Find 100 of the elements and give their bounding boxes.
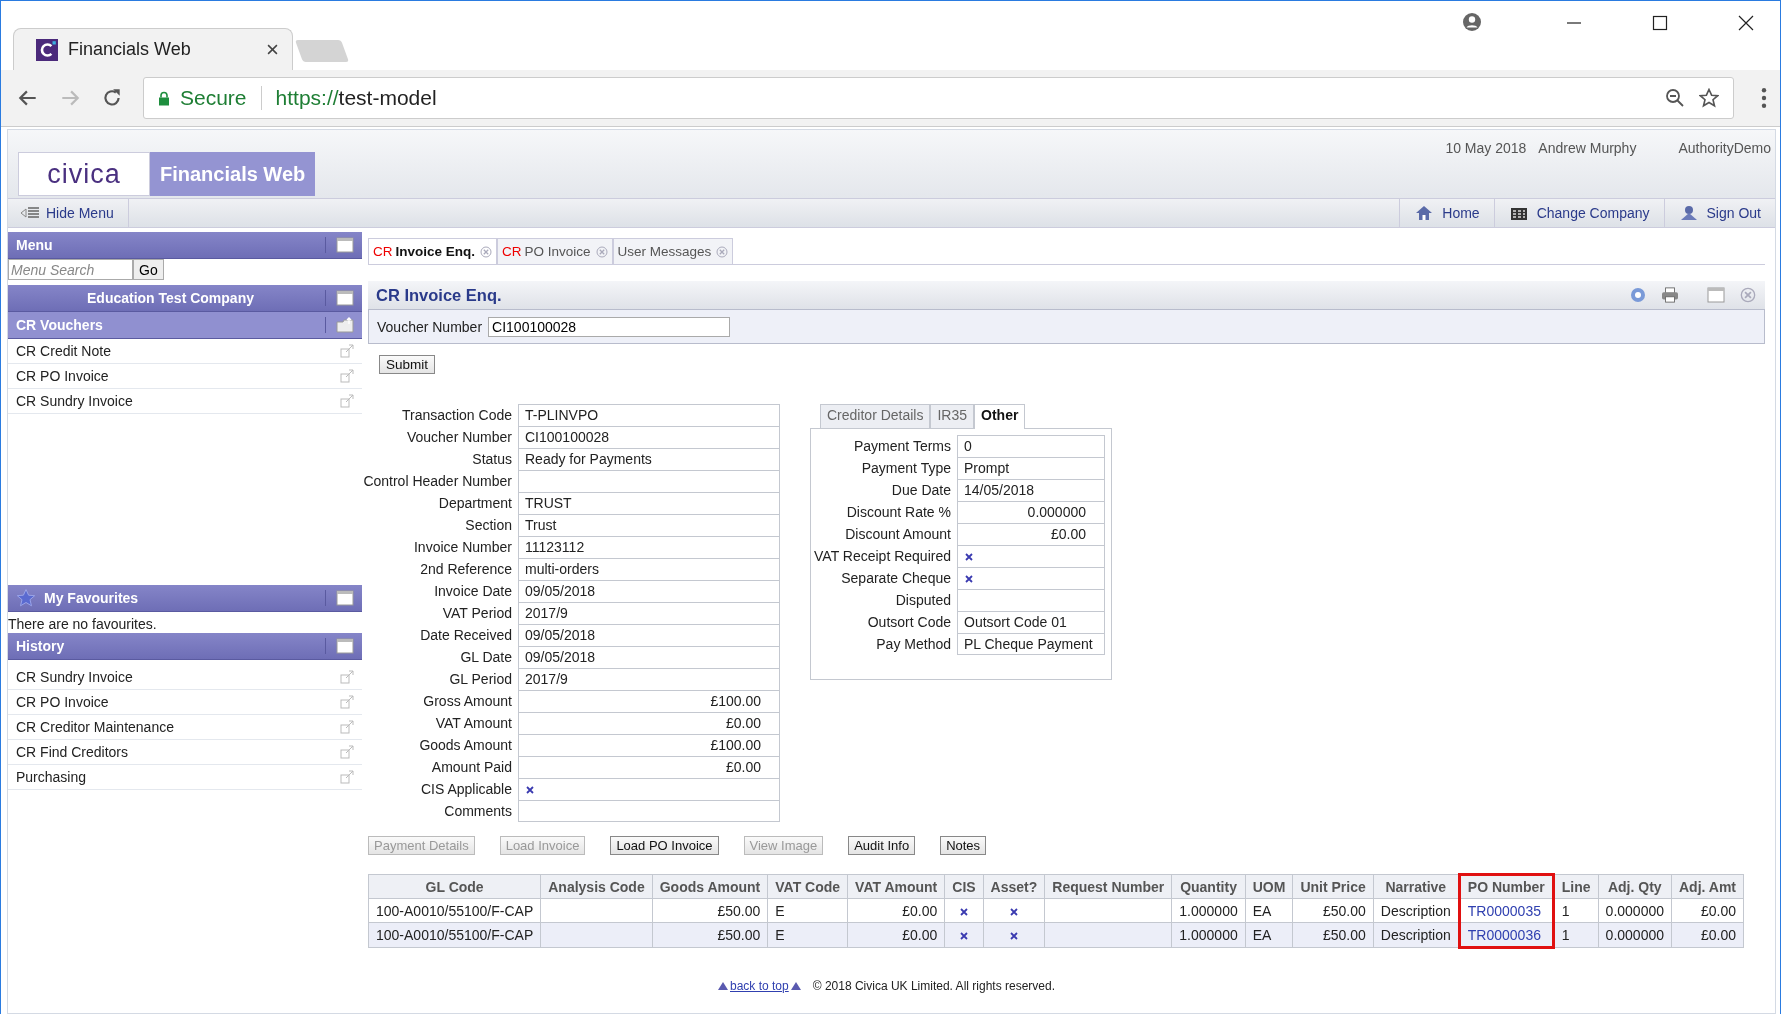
close-icon[interactable] xyxy=(267,44,278,55)
menu-search-field[interactable]: Menu Search xyxy=(8,259,133,280)
page-tab[interactable]: CR Invoice Enq. xyxy=(368,238,498,264)
favourites-title: My Favourites xyxy=(44,590,140,606)
field-value: Prompt xyxy=(957,457,1105,479)
section-title: CR Vouchers xyxy=(16,317,103,333)
back-to-top-link[interactable]: back to top xyxy=(718,979,801,993)
menu-item[interactable]: CR PO Invoice xyxy=(8,364,362,389)
go-button[interactable]: Go xyxy=(133,259,164,280)
print-icon[interactable] xyxy=(1661,287,1679,303)
up-arrow-icon xyxy=(718,982,728,990)
table-cell: £50.00 xyxy=(652,922,768,948)
field-value: £0.00 xyxy=(518,756,780,778)
column-header: Line xyxy=(1553,874,1599,899)
address-bar[interactable]: Secure https://test-model xyxy=(143,77,1734,119)
menu-item[interactable]: CR Sundry Invoice xyxy=(8,389,362,414)
field-value: 11123112 xyxy=(518,536,780,558)
folder-icon[interactable] xyxy=(325,317,354,333)
field-label: Goods Amount xyxy=(418,736,513,755)
company-name: AuthorityDemo xyxy=(1678,140,1771,158)
history-item[interactable]: CR Sundry Invoice xyxy=(8,665,362,690)
nav-link[interactable]: Home xyxy=(1399,199,1494,227)
up-arrow-icon xyxy=(790,982,801,990)
column-header: Analysis Code xyxy=(540,874,653,899)
detail-tab[interactable]: Creditor Details xyxy=(820,404,931,428)
cross-icon xyxy=(964,574,974,585)
column-header: UOM xyxy=(1245,874,1293,899)
app-logo-icon xyxy=(36,38,58,61)
page-tab[interactable]: CR PO Invoice xyxy=(497,238,613,264)
field-label: Disputed xyxy=(894,591,952,610)
field-label: Payment Terms xyxy=(853,437,952,456)
po-link[interactable]: TR0000036 xyxy=(1467,926,1541,943)
field-label: Date Received xyxy=(419,626,513,645)
column-header: Quantity xyxy=(1171,874,1246,899)
close-icon[interactable] xyxy=(1738,15,1754,31)
history-item[interactable]: CR Creditor Maintenance xyxy=(8,715,362,740)
cross-icon xyxy=(525,785,535,796)
table-cell: £50.00 xyxy=(1292,898,1374,923)
column-header: PO Number xyxy=(1459,874,1554,899)
hide-menu-button[interactable]: Hide Menu xyxy=(8,199,129,227)
voucher-number-field[interactable]: CI100100028 xyxy=(488,316,731,337)
field-label: Due Date xyxy=(890,481,952,500)
field-value: 09/05/2018 xyxy=(518,580,780,602)
browser-tab[interactable]: Financials Web xyxy=(13,28,293,70)
maximize-icon[interactable] xyxy=(1652,15,1668,31)
table-cell: £0.00 xyxy=(847,898,945,923)
history-item[interactable]: CR PO Invoice xyxy=(8,690,362,715)
zoom-out-icon[interactable] xyxy=(1665,88,1685,108)
field-value: £100.00 xyxy=(518,734,780,756)
field-value: PL Cheque Payment xyxy=(957,633,1105,655)
field-value: 0.000000 xyxy=(957,501,1105,523)
nav-link[interactable]: Sign Out xyxy=(1663,199,1775,227)
table-cell: £0.00 xyxy=(1671,898,1744,923)
column-header: Unit Price xyxy=(1292,874,1374,899)
field-label: VAT Amount xyxy=(434,714,513,733)
po-link[interactable]: TR0000035 xyxy=(1467,902,1541,919)
field-label: Department xyxy=(437,494,513,513)
action-button[interactable]: Audit Info xyxy=(848,836,916,855)
field-label: GL Period xyxy=(448,670,513,689)
menu-icon[interactable] xyxy=(1760,87,1768,109)
field-value: £0.00 xyxy=(518,712,780,734)
column-header: VAT Amount xyxy=(847,874,945,899)
menu-item[interactable]: CR Credit Note xyxy=(8,339,362,364)
field-label: Discount Amount xyxy=(844,525,952,544)
copyright-text: © 2018 Civica UK Limited. All rights reserved. xyxy=(812,979,1055,993)
action-button[interactable]: Notes xyxy=(940,836,987,855)
column-header: Request Number xyxy=(1044,874,1172,899)
table-cell: E xyxy=(767,898,848,923)
field-value: £0.00 xyxy=(957,523,1105,545)
table-cell: 1.000000 xyxy=(1171,898,1246,923)
star-icon[interactable] xyxy=(1699,88,1719,108)
column-header: Narrative xyxy=(1373,874,1460,899)
field-value: 0 xyxy=(957,435,1105,457)
field-value: £100.00 xyxy=(518,690,780,712)
history-item[interactable]: Purchasing xyxy=(8,765,362,790)
history-title: History xyxy=(16,638,65,654)
field-label: Discount Rate % xyxy=(845,503,952,522)
table-cell: 100-A0010/55100/F-CAP xyxy=(368,922,541,948)
reload-icon[interactable] xyxy=(101,87,123,109)
submit-button[interactable]: Submit xyxy=(379,355,436,374)
cross-icon xyxy=(964,552,974,563)
action-button[interactable]: Load PO Invoice xyxy=(610,836,719,855)
help-icon[interactable] xyxy=(1629,287,1647,303)
account-icon[interactable] xyxy=(1462,12,1482,32)
nav-link[interactable]: Change Company xyxy=(1493,199,1664,227)
panel-icon[interactable] xyxy=(325,590,354,606)
field-label: Payment Type xyxy=(860,459,952,478)
page-tab[interactable]: User Messages xyxy=(612,238,734,264)
field-value: T-PLINVPO xyxy=(518,404,780,426)
panel-icon[interactable] xyxy=(325,290,354,306)
detail-tab[interactable]: Other xyxy=(974,404,1026,429)
field-label: Status xyxy=(471,450,513,469)
panel-icon[interactable] xyxy=(325,237,354,253)
detail-tab[interactable]: IR35 xyxy=(930,404,975,428)
history-item[interactable]: CR Find Creditors xyxy=(8,740,362,765)
panel-icon[interactable] xyxy=(325,638,354,654)
field-label: VAT Period xyxy=(441,604,513,623)
field-value: CI100100028 xyxy=(518,426,780,448)
url-text: https://test-model xyxy=(275,86,437,110)
field-label: Voucher Number xyxy=(405,428,513,447)
